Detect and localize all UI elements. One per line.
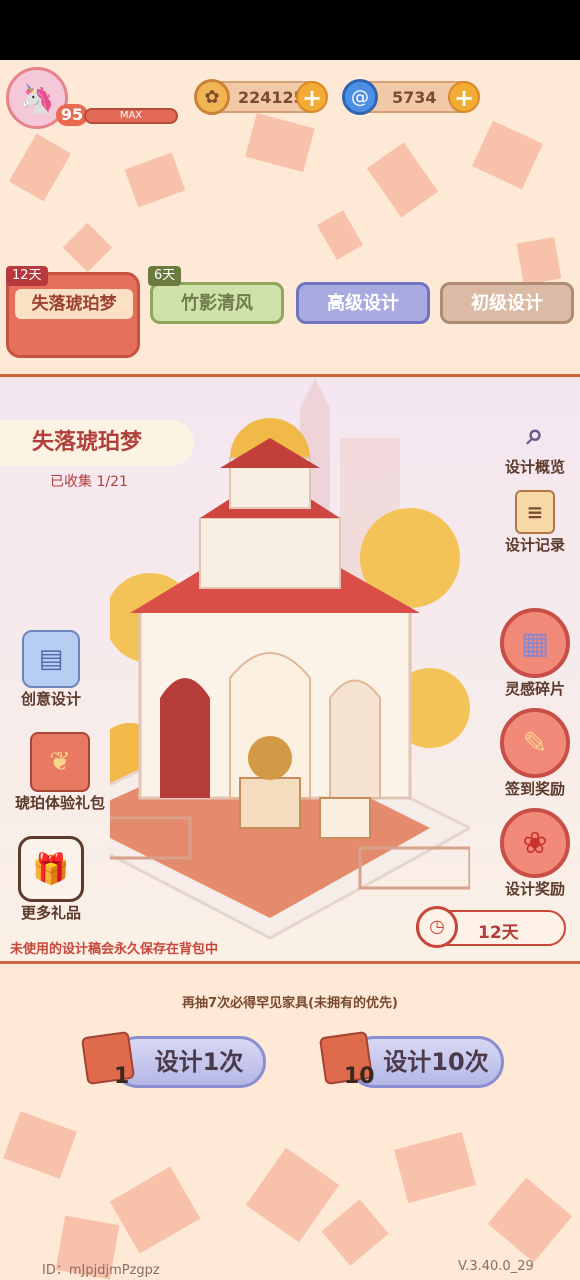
set-title: 失落琥珀梦 [0, 420, 194, 466]
tab-bamboo-breeze[interactable]: 竹影清风 [150, 282, 284, 324]
inspiration-fragments-button[interactable]: ▦ 灵感碎片 [495, 608, 575, 699]
button-label: 设计奖励 [504, 880, 565, 898]
gem-value: 5734 [392, 88, 437, 107]
tab-label: 高级设计 [327, 293, 399, 314]
event-timer: ◷ 12天 [416, 906, 566, 948]
calendar-pen-icon: ✎ [500, 708, 570, 778]
pity-hint: 再抽7次必得罕见家具(未拥有的优先) [182, 996, 398, 1011]
level-status-bar: MAX [84, 108, 178, 124]
coin-counter: ✿ 224125 + [194, 79, 328, 115]
clock-icon: ◷ [416, 906, 458, 948]
magnifier-icon: ⌕ [526, 416, 544, 452]
tab-basic-design[interactable]: 初级设计 [440, 282, 574, 324]
gift-chest-icon: ❦ [30, 732, 90, 792]
version-label: V.3.40.0_29 [458, 1259, 534, 1274]
creative-design-button[interactable]: ▤ 创意设计 [6, 630, 96, 709]
button-label: 创意设计 [20, 690, 81, 708]
tab-label: 失落琥珀梦 [15, 289, 133, 319]
button-label: 灵感碎片 [504, 680, 565, 698]
checkin-reward-button[interactable]: ✎ 签到奖励 [495, 708, 575, 799]
divider [0, 961, 580, 964]
add-coins-button[interactable]: + [296, 81, 328, 113]
blueprint-icon: ▤ [22, 630, 80, 688]
swirl-gem-icon: @ [342, 79, 378, 115]
status-bar [0, 0, 580, 60]
amber-gift-pack-button[interactable]: ❦ 琥珀体验礼包 [0, 732, 120, 813]
player-id: ID：mJpjdjmPzgpz [42, 1263, 160, 1278]
design-overview-button[interactable]: ⌕ 设计概览 [500, 412, 570, 477]
inventory-note: 未使用的设计稿会永久保存在背包中 [10, 942, 219, 957]
collected-count: 已收集 1/21 [50, 474, 128, 490]
timer-value: 12天 [478, 923, 519, 943]
add-gems-button[interactable]: + [448, 81, 480, 113]
divider [0, 374, 580, 377]
button-label: 设计记录 [504, 536, 565, 554]
gift-box-icon: 🎁 [18, 836, 84, 902]
tab-days-badge: 12天 [6, 266, 48, 286]
design-reward-button[interactable]: ❀ 设计奖励 [495, 808, 575, 899]
coin-icon: ✿ [194, 79, 230, 115]
rose-icon: ❀ [500, 808, 570, 878]
more-gifts-button[interactable]: 🎁 更多礼品 [6, 836, 96, 923]
tab-advanced-design[interactable]: 高级设计 [296, 282, 430, 324]
button-label: 设计10次 [383, 1048, 489, 1076]
ticket-count: 1 [114, 1064, 130, 1089]
map-pieces-icon: ▦ [500, 608, 570, 678]
button-label: 琥珀体验礼包 [14, 794, 105, 812]
gem-counter: @ 5734 + [342, 79, 480, 115]
button-label: 更多礼品 [20, 904, 81, 922]
button-label: 设计概览 [504, 458, 565, 476]
tab-label: 初级设计 [471, 293, 543, 314]
unicorn-avatar-icon: 🦄 [19, 81, 55, 115]
button-label: 设计1次 [154, 1048, 244, 1076]
design-record-button[interactable]: ≡ 设计记录 [500, 490, 570, 555]
tab-days-badge: 6天 [148, 266, 182, 286]
ticket-count: 10 [344, 1064, 375, 1089]
design-once-button[interactable]: 设计1次 [112, 1036, 266, 1088]
tab-label: 竹影清风 [181, 293, 253, 314]
button-label: 签到奖励 [504, 780, 565, 798]
clipboard-icon: ≡ [515, 490, 555, 534]
coin-value: 224125 [238, 88, 305, 107]
